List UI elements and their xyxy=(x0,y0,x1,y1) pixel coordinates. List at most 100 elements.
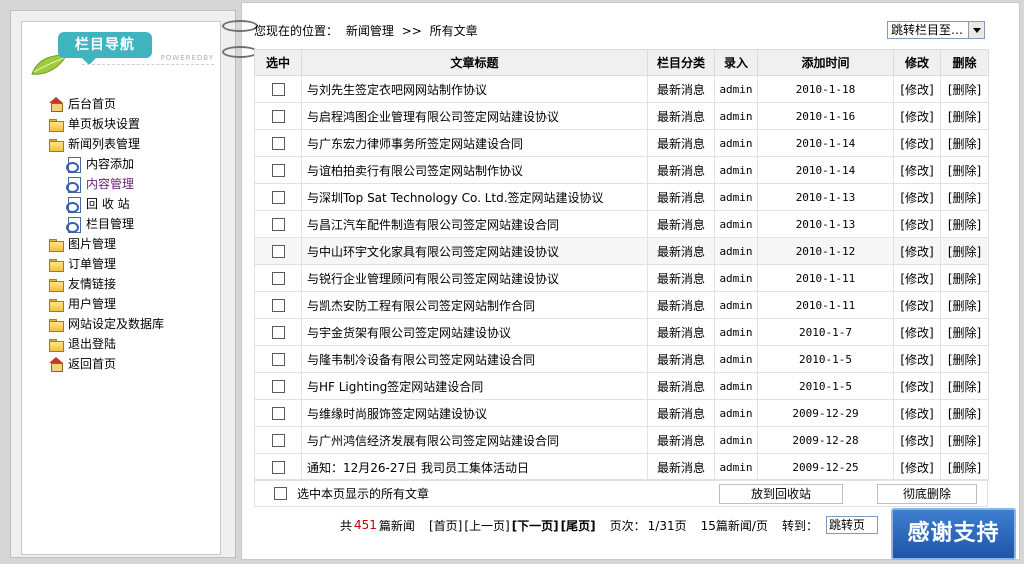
row-title[interactable]: 与昌江汽车配件制造有限公司签定网站建设合同 xyxy=(301,210,648,238)
row-checkbox[interactable] xyxy=(271,461,285,474)
row-checkbox[interactable] xyxy=(271,191,285,204)
nav-item-order-manage[interactable]: 订单管理 xyxy=(48,254,164,274)
row-delete-link[interactable]: [删除] xyxy=(940,345,989,373)
row-checkbox[interactable] xyxy=(271,434,285,447)
jump-column-select[interactable]: 跳转栏目至… xyxy=(887,21,985,39)
row-delete-link[interactable]: [删除] xyxy=(940,372,989,400)
row-edit-link[interactable]: [修改] xyxy=(893,210,941,238)
row-checkbox[interactable] xyxy=(271,272,285,285)
row-title[interactable]: 与中山环宇文化家具有限公司签定网站建设协议 xyxy=(301,237,648,265)
first-page-link[interactable]: [首页] xyxy=(429,517,462,534)
row-delete-link[interactable]: [删除] xyxy=(940,75,989,103)
last-page-link[interactable]: [尾页] xyxy=(561,517,596,534)
row-delete-link[interactable]: [删除] xyxy=(940,102,989,130)
row-title[interactable]: 与广州鸿信经济发展有限公司签定网站建设合同 xyxy=(301,426,648,454)
row-checkbox[interactable] xyxy=(271,353,285,366)
row-delete-link[interactable]: [删除] xyxy=(940,156,989,184)
nav-item-image-manage[interactable]: 图片管理 xyxy=(48,234,164,254)
row-date: 2010-1-18 xyxy=(757,75,894,103)
row-checkbox[interactable] xyxy=(271,164,285,177)
nav-item-content-add[interactable]: 内容添加 xyxy=(48,154,164,174)
row-edit-link[interactable]: [修改] xyxy=(893,102,941,130)
row-checkbox[interactable] xyxy=(271,245,285,258)
goto-page-select[interactable]: 跳转页 xyxy=(825,516,878,534)
thanks-overlay-button[interactable]: 感谢支持 xyxy=(891,508,1016,560)
row-edit-link[interactable]: [修改] xyxy=(893,75,941,103)
row-delete-link[interactable]: [删除] xyxy=(940,399,989,427)
row-date: 2010-1-16 xyxy=(757,102,894,130)
row-title[interactable]: 与谊柏拍卖行有限公司签定网站制作协议 xyxy=(301,156,648,184)
row-checkbox[interactable] xyxy=(271,137,285,150)
row-edit-link[interactable]: [修改] xyxy=(893,372,941,400)
row-checkbox[interactable] xyxy=(271,110,285,123)
row-edit-link[interactable]: [修改] xyxy=(893,129,941,157)
row-category: 最新消息 xyxy=(647,237,715,265)
row-checkbox[interactable] xyxy=(271,83,285,96)
move-to-recycle-button[interactable]: 放到回收站 xyxy=(719,484,843,504)
row-delete-link[interactable]: [删除] xyxy=(940,264,989,292)
row-title[interactable]: 通知：12月26-27日 我司员工集体活动日 xyxy=(301,453,648,481)
row-edit-link[interactable]: [修改] xyxy=(893,453,941,481)
select-all-checkbox[interactable] xyxy=(274,486,287,500)
row-checkbox[interactable] xyxy=(271,380,285,393)
nav-item-recycle-bin[interactable]: 回 收 站 xyxy=(48,194,164,214)
row-title[interactable]: 与深圳Top Sat Technology Co. Ltd.签定网站建设协议 xyxy=(301,183,648,211)
row-edit-link[interactable]: [修改] xyxy=(893,156,941,184)
row-edit-link[interactable]: [修改] xyxy=(893,426,941,454)
row-delete-link[interactable]: [删除] xyxy=(940,129,989,157)
row-delete-link[interactable]: [删除] xyxy=(940,237,989,265)
row-title[interactable]: 与HF Lighting签定网站建设合同 xyxy=(301,372,648,400)
document-icon xyxy=(66,197,82,213)
nav-item-return-home[interactable]: 返回首页 xyxy=(48,354,164,374)
row-title[interactable]: 与宇金货架有限公司签定网站建设协议 xyxy=(301,318,648,346)
row-title[interactable]: 与维缘时尚服饰签定网站建设协议 xyxy=(301,399,648,427)
nav-item-site-settings[interactable]: 网站设定及数据库 xyxy=(48,314,164,334)
row-delete-link[interactable]: [删除] xyxy=(940,210,989,238)
row-checkbox[interactable] xyxy=(271,299,285,312)
nav-item-admin-home[interactable]: 后台首页 xyxy=(48,94,164,114)
row-checkbox[interactable] xyxy=(271,407,285,420)
chevron-down-icon[interactable] xyxy=(968,22,984,38)
row-delete-link[interactable]: [删除] xyxy=(940,183,989,211)
table-row: 与隆韦制冷设备有限公司签定网站建设合同 最新消息 admin 2010-1-5 [修改]… xyxy=(254,345,989,373)
row-edit-link[interactable]: [修改] xyxy=(893,345,941,373)
permanent-delete-button[interactable]: 彻底删除 xyxy=(877,484,977,504)
main-panel: 您现在的位置： 新闻管理 >> 所有文章 跳转栏目至… 选中 文章标题 栏目分类… xyxy=(222,2,1020,560)
nav-item-news-list[interactable]: 新闻列表管理 xyxy=(48,134,164,154)
row-title[interactable]: 与刘先生签定衣吧网网站制作协议 xyxy=(301,75,648,103)
row-delete-link[interactable]: [删除] xyxy=(940,318,989,346)
document-icon xyxy=(66,217,82,233)
row-title[interactable]: 与启程鸿图企业管理有限公司签定网站建设协议 xyxy=(301,102,648,130)
row-title[interactable]: 与凯杰安防工程有限公司签定网站制作合同 xyxy=(301,291,648,319)
header-select: 选中 xyxy=(254,49,302,76)
row-checkbox[interactable] xyxy=(271,326,285,339)
row-delete-link[interactable]: [删除] xyxy=(940,453,989,481)
row-edit-link[interactable]: [修改] xyxy=(893,318,941,346)
nav-item-friend-links[interactable]: 友情链接 xyxy=(48,274,164,294)
row-edit-link[interactable]: [修改] xyxy=(893,399,941,427)
row-edit-link[interactable]: [修改] xyxy=(893,183,941,211)
row-delete-link[interactable]: [删除] xyxy=(940,426,989,454)
prev-page-link[interactable]: [上一页] xyxy=(464,517,509,534)
folder-icon xyxy=(48,237,64,252)
row-edit-link[interactable]: [修改] xyxy=(893,237,941,265)
row-checkbox[interactable] xyxy=(271,218,285,231)
nav-item-content-manage[interactable]: 内容管理 xyxy=(48,174,164,194)
row-edit-link[interactable]: [修改] xyxy=(893,264,941,292)
nav-item-logout[interactable]: 退出登陆 xyxy=(48,334,164,354)
breadcrumb-current: 所有文章 xyxy=(429,24,478,38)
breadcrumb-prefix: 您现在的位置： xyxy=(254,24,339,38)
nav-item-user-manage[interactable]: 用户管理 xyxy=(48,294,164,314)
row-title[interactable]: 与锐行企业管理顾问有限公司签定网站建设协议 xyxy=(301,264,648,292)
row-title[interactable]: 与广东宏力律师事务所签定网站建设合同 xyxy=(301,129,648,157)
bulk-actions-row: 选中本页显示的所有文章 放到回收站 彻底删除 xyxy=(254,479,988,507)
row-delete-link[interactable]: [删除] xyxy=(940,291,989,319)
row-title[interactable]: 与隆韦制冷设备有限公司签定网站建设合同 xyxy=(301,345,648,373)
header-category: 栏目分类 xyxy=(647,49,715,76)
row-category: 最新消息 xyxy=(647,210,715,238)
row-edit-link[interactable]: [修改] xyxy=(893,291,941,319)
nav-item-page-settings[interactable]: 单页板块设置 xyxy=(48,114,164,134)
next-page-link[interactable]: [下一页] xyxy=(512,517,559,534)
breadcrumb-section[interactable]: 新闻管理 xyxy=(346,24,394,38)
nav-item-column-manage[interactable]: 栏目管理 xyxy=(48,214,164,234)
